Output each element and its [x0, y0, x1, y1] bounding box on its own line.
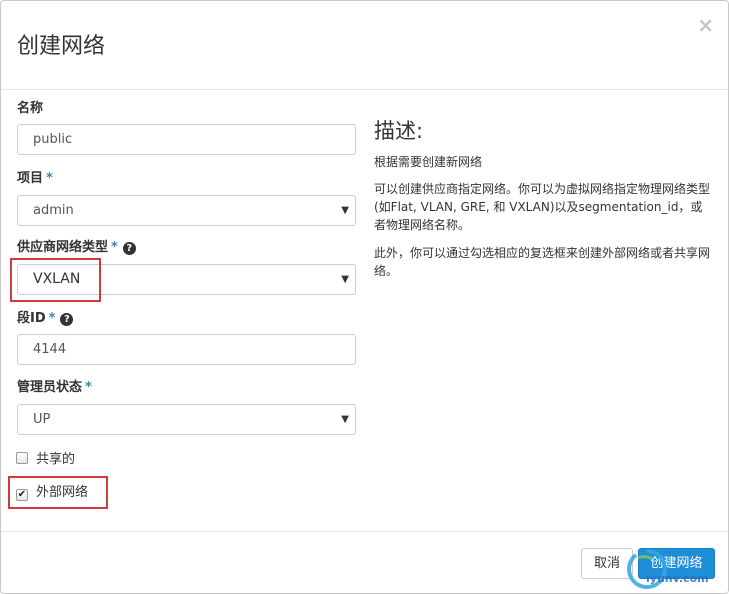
description-paragraph-2: 可以创建供应商指定网络。你可以为虚拟网络指定物理网络类型(如Flat, VLAN…	[374, 182, 711, 232]
external-network-highlight-box	[8, 476, 108, 509]
name-label: 名称	[17, 100, 43, 118]
cancel-button[interactable]: 取消	[581, 548, 633, 579]
required-mark: *	[48, 311, 56, 326]
provider-type-label: 供应商网络类型 *?	[17, 239, 136, 257]
shared-checkbox-label: 共享的	[36, 452, 76, 467]
description-paragraph-3: 此外，你可以通过勾选相应的复选框来创建外部网络或者共享网络。	[374, 246, 711, 278]
shared-checkbox[interactable]	[16, 452, 28, 464]
required-mark: *	[111, 240, 118, 255]
required-mark: *	[46, 171, 53, 186]
dialog-header: 创建网络 ×	[1, 1, 728, 90]
segment-id-input[interactable]	[17, 334, 356, 365]
admin-state-label-text: 管理员状态	[17, 380, 83, 395]
admin-state-select[interactable]: UP ▼	[17, 404, 356, 435]
dialog-footer: 取消 创建网络	[1, 531, 728, 593]
caret-down-icon: ▼	[341, 274, 349, 285]
close-icon[interactable]: ×	[697, 13, 714, 37]
project-selected-value: admin	[33, 203, 74, 218]
provider-type-highlight-box	[10, 258, 101, 302]
caret-down-icon: ▼	[341, 414, 349, 425]
question-circle-icon[interactable]: ?	[122, 242, 136, 255]
create-network-button[interactable]: 创建网络	[638, 548, 715, 579]
shared-checkbox-row[interactable]: 共享的	[16, 451, 75, 469]
question-circle-icon[interactable]: ?	[60, 313, 74, 326]
project-select[interactable]: admin ▼	[17, 195, 356, 226]
dialog-title: 创建网络	[17, 34, 106, 59]
caret-down-icon: ▼	[341, 205, 349, 216]
description-title: 描述:	[374, 119, 424, 143]
description-paragraph-1: 根据需要创建新网络	[374, 155, 483, 169]
admin-state-label: 管理员状态 *	[17, 379, 92, 397]
admin-state-selected-value: UP	[33, 412, 51, 427]
segment-id-label: 段ID *?	[17, 310, 74, 328]
create-network-dialog: 创建网络 × 名称 项目* admin ▼ 供应商网络类型*? VXLAN ▼ …	[0, 0, 729, 594]
required-mark: *	[85, 380, 92, 395]
project-label: 项目 *	[17, 170, 53, 188]
name-label-text: 名称	[17, 101, 44, 116]
project-label-text: 项目	[17, 171, 44, 186]
provider-type-label-text: 供应商网络类型	[17, 240, 109, 255]
segment-id-label-text: 段ID	[17, 311, 46, 326]
name-input[interactable]	[17, 124, 356, 155]
